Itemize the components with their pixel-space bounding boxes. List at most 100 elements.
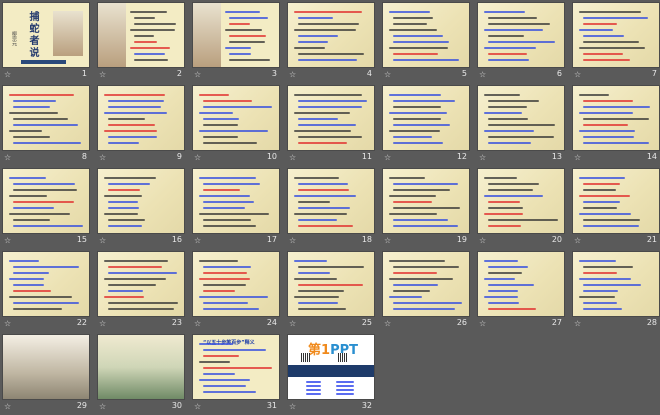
slide-preview[interactable]: [573, 86, 659, 150]
slide-preview[interactable]: “以五十步笑百步”释义: [193, 335, 279, 399]
star-icon[interactable]: ☆: [574, 153, 581, 162]
star-icon[interactable]: ☆: [289, 319, 296, 328]
brand-logo: 第1PPT: [308, 343, 358, 358]
slide-preview[interactable]: [288, 86, 374, 150]
slide-number: 14: [646, 152, 657, 161]
landscape-slide[interactable]: [3, 335, 89, 399]
slide-preview[interactable]: [383, 169, 469, 233]
slide-preview[interactable]: [478, 3, 564, 67]
star-icon[interactable]: ☆: [479, 319, 486, 328]
slide-thumbnail-18[interactable]: ☆ 18: [288, 169, 374, 249]
slide-preview[interactable]: 第1PPT: [288, 335, 374, 399]
star-icon[interactable]: ☆: [99, 70, 106, 79]
slide-thumbnail-1[interactable]: 捕蛇者说 柳宗元 ☆ 1: [3, 3, 89, 83]
landscape-slide[interactable]: [98, 335, 184, 399]
slide-preview[interactable]: [98, 86, 184, 150]
slide-preview[interactable]: [288, 3, 374, 67]
slide-thumbnail-6[interactable]: ☆ 6: [478, 3, 564, 83]
slide-thumbnail-29[interactable]: ☆ 29: [3, 335, 89, 415]
star-icon[interactable]: ☆: [194, 319, 201, 328]
slide-preview[interactable]: [98, 169, 184, 233]
slide-thumbnail-2[interactable]: ☆ 2: [98, 3, 184, 83]
slide-thumbnail-3[interactable]: ☆ 3: [193, 3, 279, 83]
slide-number: 21: [646, 235, 657, 244]
slide-thumbnail-7[interactable]: ☆ 7: [573, 3, 659, 83]
slide-thumbnail-17[interactable]: ☆ 17: [193, 169, 279, 249]
star-icon[interactable]: ☆: [574, 236, 581, 245]
star-icon[interactable]: ☆: [384, 70, 391, 79]
star-icon[interactable]: ☆: [194, 153, 201, 162]
slide-thumbnail-32[interactable]: 第1PPT ☆ 32: [288, 335, 374, 415]
slide-preview[interactable]: [193, 169, 279, 233]
slide-thumbnail-8[interactable]: ☆ 8: [3, 86, 89, 166]
star-icon[interactable]: ☆: [4, 319, 11, 328]
slide-number: 24: [266, 318, 277, 327]
star-icon[interactable]: ☆: [194, 236, 201, 245]
slide-preview[interactable]: 捕蛇者说 柳宗元: [3, 3, 89, 67]
star-icon[interactable]: ☆: [574, 70, 581, 79]
slide-preview[interactable]: [478, 252, 564, 316]
slide-number: 9: [176, 152, 182, 161]
star-icon[interactable]: ☆: [289, 70, 296, 79]
star-icon[interactable]: ☆: [574, 319, 581, 328]
star-icon[interactable]: ☆: [4, 70, 11, 79]
slide-preview[interactable]: [288, 169, 374, 233]
slide-preview[interactable]: [478, 86, 564, 150]
slide-preview[interactable]: [3, 86, 89, 150]
slide-thumbnail-12[interactable]: ☆ 12: [383, 86, 469, 166]
star-icon[interactable]: ☆: [4, 236, 11, 245]
slide-preview[interactable]: [193, 252, 279, 316]
slide-thumbnail-23[interactable]: ☆ 23: [98, 252, 184, 332]
slide-thumbnail-14[interactable]: ☆ 14: [573, 86, 659, 166]
slide-thumbnail-25[interactable]: ☆ 25: [288, 252, 374, 332]
slide-thumbnail-5[interactable]: ☆ 5: [383, 3, 469, 83]
slide-thumbnail-26[interactable]: ☆ 26: [383, 252, 469, 332]
slide-thumbnail-16[interactable]: ☆ 16: [98, 169, 184, 249]
star-icon[interactable]: ☆: [289, 153, 296, 162]
slide-thumbnail-10[interactable]: ☆ 10: [193, 86, 279, 166]
slide-preview[interactable]: [98, 3, 184, 67]
star-icon[interactable]: ☆: [4, 153, 11, 162]
slide-thumbnail-4[interactable]: ☆ 4: [288, 3, 374, 83]
slide-preview[interactable]: [193, 86, 279, 150]
slide-thumbnail-13[interactable]: ☆ 13: [478, 86, 564, 166]
slide-thumbnail-31[interactable]: “以五十步笑百步”释义☆31: [193, 335, 279, 415]
star-icon[interactable]: ☆: [289, 236, 296, 245]
slide-preview[interactable]: [383, 252, 469, 316]
star-icon[interactable]: ☆: [479, 236, 486, 245]
slide-thumbnail-9[interactable]: ☆ 9: [98, 86, 184, 166]
star-icon[interactable]: ☆: [194, 70, 201, 79]
slide-preview[interactable]: [98, 252, 184, 316]
slide-preview[interactable]: [193, 3, 279, 67]
slide-preview[interactable]: [573, 252, 659, 316]
star-icon[interactable]: ☆: [384, 153, 391, 162]
slide-thumbnail-19[interactable]: ☆ 19: [383, 169, 469, 249]
slide-thumbnail-20[interactable]: ☆ 20: [478, 169, 564, 249]
star-icon[interactable]: ☆: [99, 319, 106, 328]
slide-number: 6: [556, 69, 562, 78]
slide-preview[interactable]: [3, 252, 89, 316]
slide-preview[interactable]: [383, 86, 469, 150]
footer-bar: [21, 60, 66, 64]
star-icon[interactable]: ☆: [384, 319, 391, 328]
slide-preview[interactable]: [383, 3, 469, 67]
slide-thumbnail-21[interactable]: ☆ 21: [573, 169, 659, 249]
star-icon[interactable]: ☆: [479, 70, 486, 79]
slide-number: 31: [266, 401, 277, 410]
slide-preview[interactable]: [478, 169, 564, 233]
star-icon[interactable]: ☆: [99, 153, 106, 162]
slide-preview[interactable]: [573, 169, 659, 233]
slide-thumbnail-24[interactable]: ☆ 24: [193, 252, 279, 332]
slide-preview[interactable]: [288, 252, 374, 316]
slide-preview[interactable]: [3, 169, 89, 233]
slide-thumbnail-28[interactable]: ☆ 28: [573, 252, 659, 332]
slide-thumbnail-15[interactable]: ☆ 15: [3, 169, 89, 249]
star-icon[interactable]: ☆: [479, 153, 486, 162]
star-icon[interactable]: ☆: [384, 236, 391, 245]
slide-preview[interactable]: [573, 3, 659, 67]
slide-thumbnail-22[interactable]: ☆ 22: [3, 252, 89, 332]
slide-thumbnail-27[interactable]: ☆ 27: [478, 252, 564, 332]
slide-thumbnail-30[interactable]: ☆ 30: [98, 335, 184, 415]
slide-thumbnail-11[interactable]: ☆ 11: [288, 86, 374, 166]
star-icon[interactable]: ☆: [99, 236, 106, 245]
